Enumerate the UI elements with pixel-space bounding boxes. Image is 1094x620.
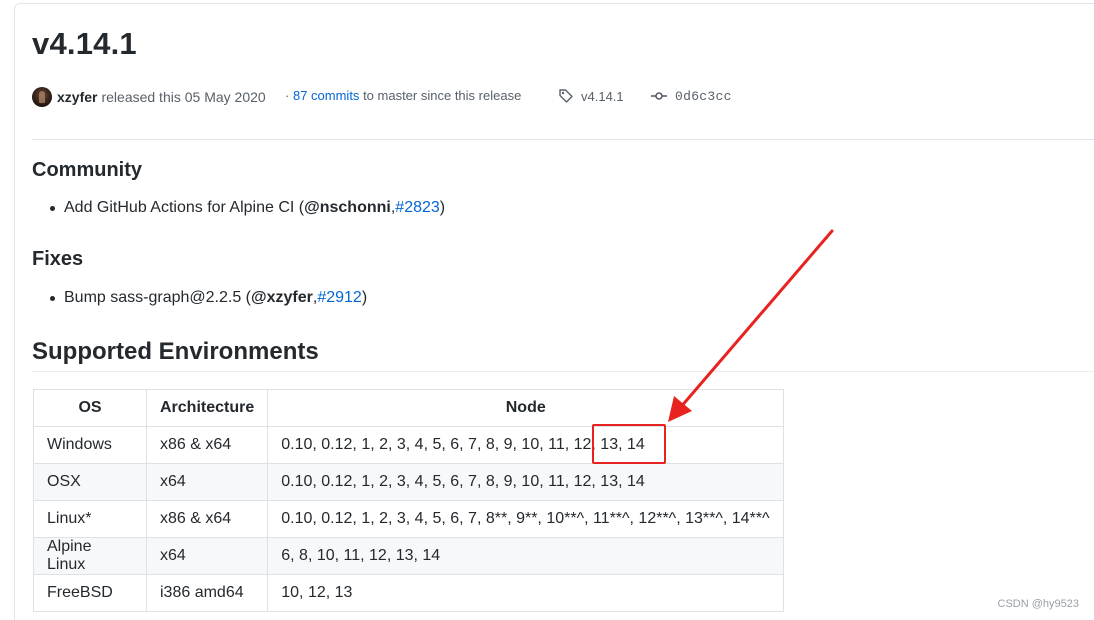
environments-table: OS Architecture Node Windows x86 & x64 0… — [33, 389, 785, 612]
commits-separator: · — [285, 88, 290, 103]
header-architecture: Architecture — [145, 389, 269, 427]
community-item-close: ) — [439, 199, 446, 216]
community-list-item: Add GitHub Actions for Alpine CI (@nscho… — [50, 199, 445, 217]
commit-link[interactable]: 0d6c3cc — [651, 88, 732, 104]
arch-cell: i386 amd64 — [145, 574, 269, 612]
bullet-dot — [50, 295, 55, 301]
arch-cell: x64 — [145, 537, 269, 575]
os-cell: Alpine Linux — [33, 537, 147, 575]
fixes-item-user[interactable]: @xzyfer — [251, 289, 313, 307]
released-date-text: released this 05 May 2020 — [101, 89, 266, 105]
arch-cell: x86 & x64 — [145, 500, 269, 538]
tag-name: v4.14.1 — [581, 88, 624, 104]
fixes-heading: Fixes — [32, 248, 84, 270]
commit-sha: 0d6c3cc — [675, 88, 732, 104]
fixes-item-text: Bump sass-graph@2.2.5 ( — [64, 289, 251, 306]
community-item-user[interactable]: @nschonni — [304, 199, 391, 217]
avatar[interactable] — [32, 87, 52, 107]
table-header-row: OS Architecture Node — [33, 389, 785, 427]
table-row: OSX x64 0.10, 0.12, 1, 2, 3, 4, 5, 6, 7,… — [33, 463, 785, 501]
node-cell: 10, 12, 13 — [267, 574, 785, 612]
node-cell: 0.10, 0.12, 1, 2, 3, 4, 5, 6, 7, 8, 9, 1… — [267, 463, 785, 501]
arch-cell: x64 — [145, 463, 269, 501]
community-item-text: Add GitHub Actions for Alpine CI ( — [64, 199, 305, 216]
release-meta: xzyfer released this 05 May 2020 — [32, 86, 266, 108]
commits-link[interactable]: 87 commits — [293, 88, 359, 103]
arch-cell: x86 & x64 — [145, 426, 269, 464]
environments-heading: Supported Environments — [32, 338, 319, 365]
tag-link[interactable]: v4.14.1 — [558, 88, 624, 104]
table-row: Linux* x86 & x64 0.10, 0.12, 1, 2, 3, 4,… — [33, 500, 785, 538]
divider — [32, 139, 1094, 140]
os-cell: Linux* — [33, 500, 147, 538]
git-commit-icon — [651, 92, 667, 100]
commits-info: · 87 commits to master since this releas… — [285, 88, 521, 103]
fixes-item-close: ) — [361, 289, 368, 306]
commits-suffix: to master since this release — [363, 88, 522, 103]
os-cell: FreeBSD — [33, 574, 147, 612]
os-cell: OSX — [33, 463, 147, 501]
fixes-item-pr-link[interactable]: #2912 — [317, 289, 362, 307]
node-cell: 0.10, 0.12, 1, 2, 3, 4, 5, 6, 7, 8**, 9*… — [267, 500, 785, 538]
header-os: OS — [33, 389, 147, 427]
tag-icon — [559, 89, 573, 103]
header-node: Node — [267, 389, 785, 427]
release-title[interactable]: v4.14.1 — [32, 26, 137, 62]
bullet-dot — [50, 205, 55, 211]
node-cell: 6, 8, 10, 11, 12, 13, 14 — [267, 537, 785, 575]
table-row: FreeBSD i386 amd64 10, 12, 13 — [33, 574, 785, 612]
heading-rule — [32, 371, 1094, 372]
watermark: CSDN @hy9523 — [997, 598, 1079, 610]
node-cell: 0.10, 0.12, 1, 2, 3, 4, 5, 6, 7, 8, 9, 1… — [267, 426, 785, 464]
community-heading: Community — [32, 159, 142, 181]
highlight-box — [592, 424, 666, 464]
author-link[interactable]: xzyfer — [57, 89, 97, 105]
table-row: Alpine Linux x64 6, 8, 10, 11, 12, 13, 1… — [33, 537, 785, 575]
os-cell: Windows — [33, 426, 147, 464]
table-row: Windows x86 & x64 0.10, 0.12, 1, 2, 3, 4… — [33, 426, 785, 464]
fixes-list-item: Bump sass-graph@2.2.5 (@xzyfer, #2912) — [50, 289, 367, 307]
community-item-pr-link[interactable]: #2823 — [395, 199, 440, 217]
